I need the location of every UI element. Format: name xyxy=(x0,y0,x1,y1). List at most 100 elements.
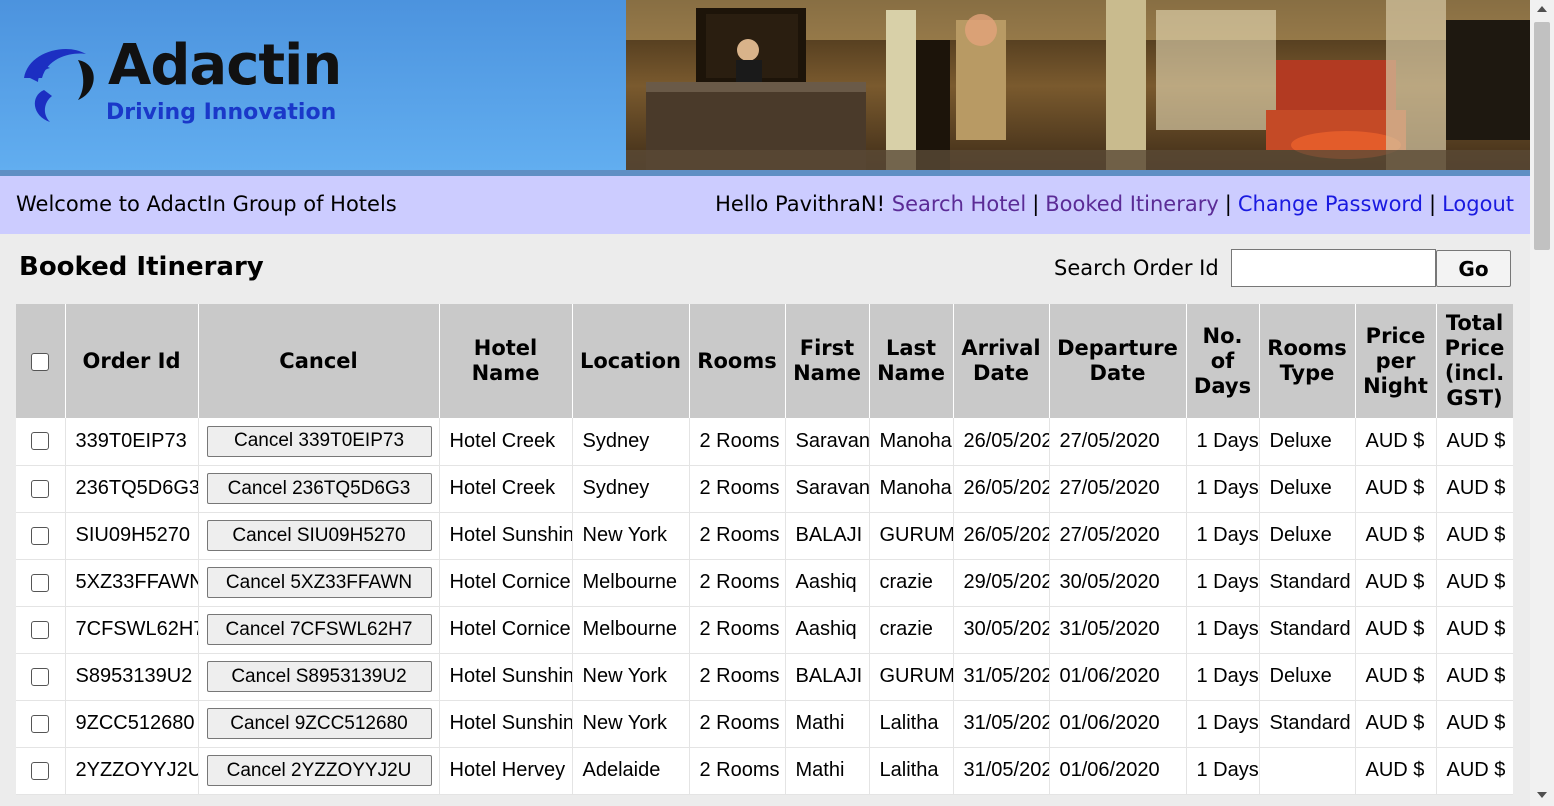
departure-date-cell: 01/06/2020 xyxy=(1049,747,1187,795)
last-name-cell: crazie xyxy=(869,606,954,654)
cancel-cell: Cancel 5XZ33FFAWN xyxy=(198,559,440,607)
total-price-cell: AUD $ xyxy=(1436,606,1513,654)
cancel-booking-button[interactable]: Cancel 5XZ33FFAWN xyxy=(206,567,432,598)
cancel-cell: Cancel 9ZCC512680 xyxy=(198,700,440,748)
cancel-cell: Cancel 236TQ5D6G3 xyxy=(198,465,440,513)
column-header: Hotel Name xyxy=(439,304,573,418)
arrival-date-cell: 31/05/2020 xyxy=(953,700,1050,748)
price-per-night-cell: AUD $ xyxy=(1355,700,1437,748)
row-select-cell xyxy=(16,465,66,513)
logo-tagline: Driving Innovation xyxy=(106,100,337,125)
cancel-booking-button[interactable]: Cancel 2YZZOYYJ2U xyxy=(206,755,432,786)
days-cell: 1 Days xyxy=(1186,512,1260,560)
row-checkbox[interactable] xyxy=(31,573,50,592)
order-id-cell: 2YZZOYYJ2U xyxy=(65,747,199,795)
row-checkbox[interactable] xyxy=(31,714,50,733)
rooms-cell: 2 Rooms xyxy=(689,418,786,466)
row-checkbox[interactable] xyxy=(31,667,50,686)
days-cell: 1 Days xyxy=(1186,747,1260,795)
departure-date-cell: 27/05/2020 xyxy=(1049,465,1187,513)
row-select-cell xyxy=(16,559,66,607)
site-header: Adactin Driving Innovation xyxy=(0,0,1530,176)
hotel-name-cell: Hotel Hervey xyxy=(439,747,573,795)
table-row: S8953139U2 Cancel S8953139U2 Hotel Sunshin… xyxy=(16,653,1513,701)
search-order-id-label: Search Order Id xyxy=(1054,256,1219,280)
total-price-cell: AUD $ xyxy=(1436,653,1513,701)
cancel-booking-button[interactable]: Cancel 7CFSWL62H7 xyxy=(206,614,432,645)
cancel-cell: Cancel S8953139U2 xyxy=(198,653,440,701)
days-cell: 1 Days xyxy=(1186,418,1260,466)
scroll-thumb[interactable] xyxy=(1534,22,1550,250)
search-hotel-link[interactable]: Search Hotel xyxy=(892,192,1026,216)
column-header: Rooms xyxy=(689,304,786,418)
row-select-cell xyxy=(16,418,66,466)
rooms-type-cell: Standard xyxy=(1259,559,1356,607)
departure-date-cell: 01/06/2020 xyxy=(1049,653,1187,701)
column-header: Cancel xyxy=(198,304,440,418)
rooms-cell: 2 Rooms xyxy=(689,700,786,748)
column-header: Order Id xyxy=(65,304,199,418)
first-name-cell: Aashiq xyxy=(785,606,870,654)
first-name-cell: Mathi xyxy=(785,700,870,748)
row-checkbox[interactable] xyxy=(31,479,50,498)
rooms-type-cell: Deluxe xyxy=(1259,465,1356,513)
order-id-cell: 9ZCC512680 xyxy=(65,700,199,748)
location-cell: Melbourne xyxy=(572,559,690,607)
location-cell: Sydney xyxy=(572,418,690,466)
table-header-row: Order Id Cancel Hotel Name Location Room… xyxy=(16,304,1513,418)
days-cell: 1 Days xyxy=(1186,653,1260,701)
arrival-date-cell: 26/05/2020 xyxy=(953,512,1050,560)
cancel-booking-button[interactable]: Cancel 339T0EIP73 xyxy=(206,425,432,457)
rooms-type-cell: Standard xyxy=(1259,606,1356,654)
table-row: 7CFSWL62H7 Cancel 7CFSWL62H7 Hotel Cornice… xyxy=(16,606,1513,654)
change-password-link[interactable]: Change Password xyxy=(1238,192,1423,216)
page-scrollbar[interactable] xyxy=(1530,0,1554,806)
column-header: Rooms Type xyxy=(1259,304,1356,418)
rooms-cell: 2 Rooms xyxy=(689,653,786,701)
cancel-booking-button[interactable]: Cancel 236TQ5D6G3 xyxy=(206,473,432,504)
rooms-type-cell: Deluxe xyxy=(1259,653,1356,701)
table-row: 2YZZOYYJ2U Cancel 2YZZOYYJ2U Hotel Hervey A… xyxy=(16,747,1513,795)
first-name-cell: Saravanan xyxy=(785,418,870,466)
total-price-cell: AUD $ xyxy=(1436,747,1513,795)
hotel-name-cell: Hotel Cornice xyxy=(439,559,573,607)
row-checkbox[interactable] xyxy=(31,432,50,451)
last-name-cell: crazie xyxy=(869,559,954,607)
first-name-cell: Mathi xyxy=(785,747,870,795)
arrival-date-cell: 29/05/2020 xyxy=(953,559,1050,607)
go-button[interactable]: Go xyxy=(1436,250,1511,287)
hotel-name-cell: Hotel Sunshine xyxy=(439,700,573,748)
price-per-night-cell: AUD $ xyxy=(1355,418,1437,466)
total-price-cell: AUD $ xyxy=(1436,700,1513,748)
search-order-id-input[interactable] xyxy=(1231,249,1436,287)
price-per-night-cell: AUD $ xyxy=(1355,465,1437,513)
select-all-checkbox[interactable] xyxy=(31,352,50,371)
navigation-bar: Welcome to AdactIn Group of Hotels Hello… xyxy=(0,176,1530,234)
column-header: Departure Date xyxy=(1049,304,1187,418)
departure-date-cell: 01/06/2020 xyxy=(1049,700,1187,748)
location-cell: Sydney xyxy=(572,465,690,513)
row-checkbox[interactable] xyxy=(31,761,50,780)
first-name-cell: Aashiq xyxy=(785,559,870,607)
welcome-message: Welcome to AdactIn Group of Hotels xyxy=(16,192,397,216)
cancel-booking-button[interactable]: Cancel S8953139U2 xyxy=(206,661,432,692)
logout-link[interactable]: Logout xyxy=(1442,192,1514,216)
scroll-down-arrow-icon[interactable] xyxy=(1537,792,1547,798)
row-checkbox[interactable] xyxy=(31,620,50,639)
scroll-up-arrow-icon[interactable] xyxy=(1537,6,1547,12)
total-price-cell: AUD $ xyxy=(1436,559,1513,607)
days-cell: 1 Days xyxy=(1186,700,1260,748)
departure-date-cell: 27/05/2020 xyxy=(1049,512,1187,560)
cancel-booking-button[interactable]: Cancel SIU09H5270 xyxy=(206,520,432,551)
order-id-cell: 7CFSWL62H7 xyxy=(65,606,199,654)
row-checkbox[interactable] xyxy=(31,526,50,545)
table-row: 5XZ33FFAWN Cancel 5XZ33FFAWN Hotel Cornice… xyxy=(16,559,1513,607)
cancel-booking-button[interactable]: Cancel 9ZCC512680 xyxy=(206,708,432,739)
booked-itinerary-link[interactable]: Booked Itinerary xyxy=(1045,192,1219,216)
booked-itinerary-table: Order Id Cancel Hotel Name Location Room… xyxy=(16,304,1513,806)
cancel-cell: Cancel SIU09H5270 xyxy=(198,512,440,560)
hotel-name-cell: Hotel Sunshine xyxy=(439,512,573,560)
total-price-cell: AUD $ xyxy=(1436,418,1513,466)
last-name-cell: GURUMURTHY xyxy=(869,653,954,701)
location-cell: Melbourne xyxy=(572,606,690,654)
